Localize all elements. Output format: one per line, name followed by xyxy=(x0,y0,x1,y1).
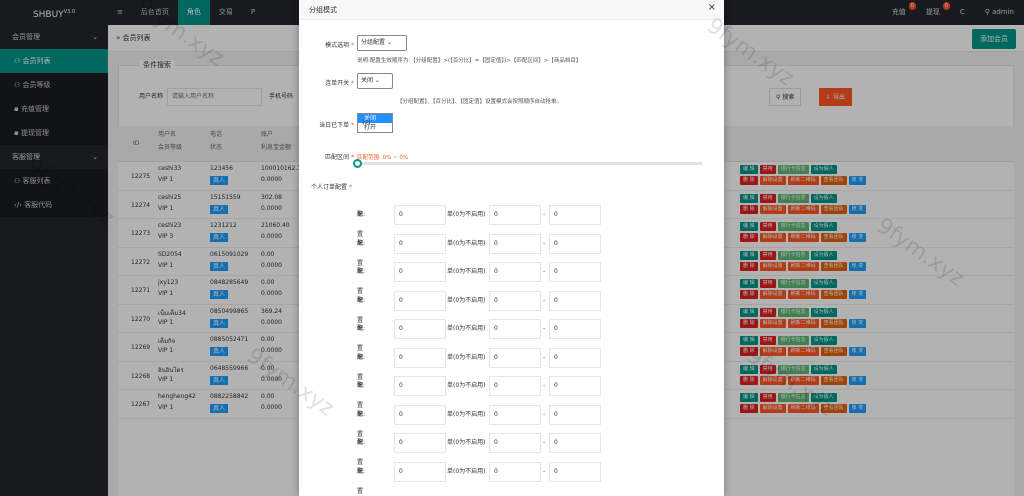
mode-label: 模式选项 * xyxy=(325,42,354,49)
range-min-input[interactable]: 0 xyxy=(489,433,541,453)
group-mode-modal: 分组模式 × 模式选项 * 分组配置 ⌄ 说明:配置生效顺序为:【分组配置】>(… xyxy=(299,0,724,496)
order-config-row: 配置 * 第: 0 单(0为不启用) 0-0 xyxy=(299,290,724,324)
cfg-dash: - xyxy=(543,382,546,389)
cfg-mid: 单(0为不启用) xyxy=(447,296,486,304)
mode-hint: 说明:配置生效顺序为:【分组配置】>(【百分比】=【固定值】)>【匹配区间】>【… xyxy=(357,58,582,64)
personal-label: 个人订单配置 * xyxy=(311,184,352,191)
range-min-input[interactable]: 0 xyxy=(489,319,541,339)
range-min-input[interactable]: 0 xyxy=(489,290,541,311)
order-config-row: 配置 * 第: 0 单(0为不启用) 0-0 xyxy=(299,233,724,267)
cfg-dash: - xyxy=(543,239,546,247)
cfg-dash: - xyxy=(543,439,546,446)
cfg-dash: - xyxy=(543,325,546,332)
cfg-mid: 单(0为不启用) xyxy=(447,439,486,446)
switch-hint: 【分组配置】、【百分比】、【固定值】设置模式会按照顺序自动抢单。 xyxy=(397,99,563,105)
range-min-input[interactable]: 0 xyxy=(489,205,541,225)
cfg-dash: - xyxy=(543,211,546,218)
order-index-input[interactable]: 0 xyxy=(394,290,446,311)
today-label: 当日已下单 * xyxy=(319,122,354,129)
order-index-input[interactable]: 0 xyxy=(394,233,446,254)
order-config-row: 配置 * 第: 0 单(0为不启用) 0-0 xyxy=(299,347,724,381)
cfg-mid: 单(0为不启用) xyxy=(447,268,486,275)
cfg-mid: 单(0为不启用) xyxy=(447,211,486,218)
cfg-dash: - xyxy=(543,410,546,418)
order-config-row: 配置 * 第: 0 单(0为不启用) 0-0 xyxy=(299,262,724,295)
cfg-dash: - xyxy=(543,467,546,475)
range-label: 匹配区间 * xyxy=(325,154,354,161)
order-config-row: 配置 * 第: 0 单(0为不启用) 0-0 xyxy=(299,205,724,238)
cfg-mid: 单(0为不启用) xyxy=(447,410,486,418)
range-max-input[interactable]: 0 xyxy=(549,347,601,368)
range-max-input[interactable]: 0 xyxy=(549,433,601,453)
range-hint: 匹配范围: 0% ~ 0% xyxy=(357,155,409,161)
range-min-input[interactable]: 0 xyxy=(489,262,541,282)
order-index-input[interactable]: 0 xyxy=(394,461,446,482)
order-index-input[interactable]: 0 xyxy=(394,319,446,339)
range-slider[interactable] xyxy=(353,159,702,168)
switch-select[interactable]: 关闭 ⌄ xyxy=(357,73,393,89)
range-min-input[interactable]: 0 xyxy=(489,461,541,482)
cfg-dash: - xyxy=(543,296,546,304)
cfg-mid: 单(0为不启用) xyxy=(447,467,486,475)
range-max-input[interactable]: 0 xyxy=(549,376,601,396)
cfg-mid: 单(0为不启用) xyxy=(447,239,486,247)
mode-select[interactable]: 分组配置 ⌄ xyxy=(357,35,407,51)
today-value: 【0】 xyxy=(359,120,374,126)
range-max-input[interactable]: 0 xyxy=(549,233,601,254)
order-config-row: 配置 * 第: 0 单(0为不启用) 0-0 xyxy=(299,376,724,409)
modal-body: 模式选项 * 分组配置 ⌄ 说明:配置生效顺序为:【分组配置】>(【百分比】=【… xyxy=(299,20,724,496)
range-min-input[interactable]: 0 xyxy=(489,376,541,396)
range-max-input[interactable]: 0 xyxy=(549,262,601,282)
close-icon[interactable]: × xyxy=(708,2,716,13)
range-min-input[interactable]: 0 xyxy=(489,347,541,368)
range-min-input[interactable]: 0 xyxy=(489,404,541,425)
range-max-input[interactable]: 0 xyxy=(549,205,601,225)
order-config-row: 配置 * 第: 0 单(0为不启用) 0-0 xyxy=(299,433,724,466)
switch-label: 连单开关 * xyxy=(325,80,354,87)
cfg-mid: 单(0为不启用) xyxy=(447,325,486,332)
order-config-row: 配置 * 第: 0 单(0为不启用) 0-0 xyxy=(299,404,724,438)
order-index-input[interactable]: 0 xyxy=(394,433,446,453)
cfg-dash: - xyxy=(543,353,546,361)
order-config-row: 配置 * 第: 0 单(0为不启用) 0-0 xyxy=(299,319,724,352)
cfg-mid: 单(0为不启用) xyxy=(447,382,486,389)
modal-title: 分组模式 xyxy=(299,0,724,20)
order-index-input[interactable]: 0 xyxy=(394,205,446,225)
order-index-input[interactable]: 0 xyxy=(394,376,446,396)
range-max-input[interactable]: 0 xyxy=(549,461,601,482)
range-max-input[interactable]: 0 xyxy=(549,319,601,339)
cfg-mid: 单(0为不启用) xyxy=(447,353,486,361)
order-index-input[interactable]: 0 xyxy=(394,262,446,282)
order-config-row: 配置 * 第: 0 单(0为不启用) 0-0 xyxy=(299,461,724,495)
cfg-dash: - xyxy=(543,268,546,275)
order-index-input[interactable]: 0 xyxy=(394,404,446,425)
range-max-input[interactable]: 0 xyxy=(549,404,601,425)
order-index-input[interactable]: 0 xyxy=(394,347,446,368)
range-max-input[interactable]: 0 xyxy=(549,290,601,311)
range-min-input[interactable]: 0 xyxy=(489,233,541,254)
